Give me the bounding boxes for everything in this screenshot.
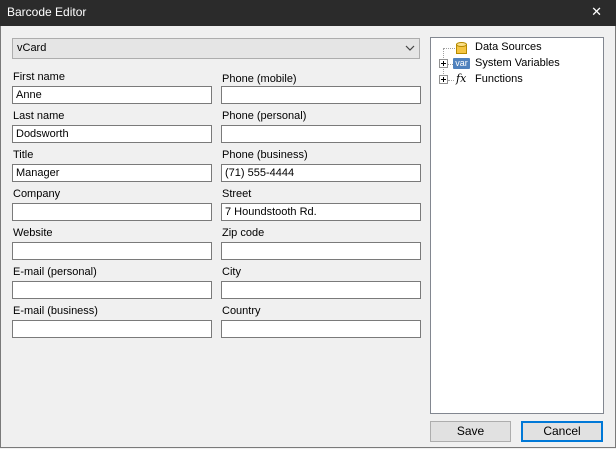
street-label: Street	[222, 188, 252, 200]
country-field[interactable]	[221, 320, 421, 338]
email-personal-label: E-mail (personal)	[13, 266, 97, 278]
phone-business-label: Phone (business)	[222, 149, 308, 161]
tree-item-label: System Variables	[475, 57, 560, 69]
zip-code-label: Zip code	[222, 227, 265, 239]
tree-item-label: Data Sources	[475, 41, 542, 53]
tree-item-label: Functions	[475, 73, 523, 85]
street-field[interactable]: 7 Houndstooth Rd.	[221, 203, 421, 221]
website-field[interactable]	[12, 242, 212, 260]
tree-item-system-variables[interactable]: var System Variables	[431, 56, 601, 72]
phone-personal-label: Phone (personal)	[222, 110, 307, 122]
last-name-field[interactable]: Dodsworth	[12, 125, 212, 143]
data-tree[interactable]: Data Sources var System Variables fx Fun…	[430, 37, 604, 414]
expand-icon[interactable]	[439, 59, 448, 68]
phone-mobile-field[interactable]	[221, 86, 421, 104]
last-name-label: Last name	[13, 110, 65, 122]
tree-connector	[443, 48, 455, 49]
zip-code-field[interactable]	[221, 242, 421, 260]
function-icon: fx	[456, 72, 467, 85]
window-title: Barcode Editor	[7, 5, 87, 19]
phone-mobile-label: Phone (mobile)	[222, 73, 297, 85]
company-label: Company	[13, 188, 61, 200]
email-business-label: E-mail (business)	[13, 305, 98, 317]
title-label: Title	[13, 149, 34, 161]
city-field[interactable]	[221, 281, 421, 299]
barcode-type-value: vCard	[17, 42, 47, 54]
title-bar: Barcode Editor ✕	[0, 0, 616, 26]
barcode-type-select[interactable]: vCard	[12, 38, 420, 59]
close-icon[interactable]: ✕	[591, 4, 602, 20]
tree-item-functions[interactable]: fx Functions	[431, 72, 601, 88]
phone-personal-field[interactable]	[221, 125, 421, 143]
phone-business-field[interactable]: (71) 555-4444	[221, 164, 421, 182]
database-icon	[456, 42, 467, 54]
tree-connector	[448, 80, 454, 81]
var-icon: var	[453, 58, 470, 69]
country-label: Country	[222, 305, 261, 317]
save-button[interactable]: Save	[430, 421, 511, 442]
first-name-label: First name	[13, 71, 65, 83]
website-label: Website	[13, 227, 53, 239]
company-field[interactable]	[12, 203, 212, 221]
tree-item-data-sources[interactable]: Data Sources	[431, 40, 601, 56]
email-business-field[interactable]	[12, 320, 212, 338]
first-name-field[interactable]: Anne	[12, 86, 212, 104]
city-label: City	[222, 266, 241, 278]
email-personal-field[interactable]	[12, 281, 212, 299]
expand-icon[interactable]	[439, 75, 448, 84]
chevron-down-icon	[405, 45, 415, 51]
cancel-button[interactable]: Cancel	[521, 421, 603, 442]
title-field[interactable]: Manager	[12, 164, 212, 182]
